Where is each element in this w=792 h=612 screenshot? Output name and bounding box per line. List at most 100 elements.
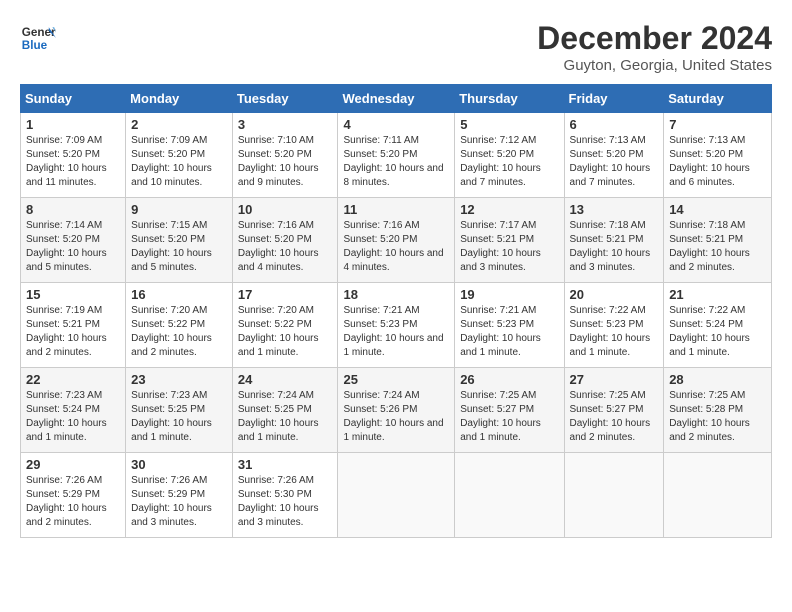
- calendar-cell: 4 Sunrise: 7:11 AMSunset: 5:20 PMDayligh…: [338, 113, 455, 198]
- calendar-week-2: 8 Sunrise: 7:14 AMSunset: 5:20 PMDayligh…: [21, 198, 772, 283]
- day-number: 17: [238, 287, 333, 302]
- day-number: 24: [238, 372, 333, 387]
- calendar-cell: 17 Sunrise: 7:20 AMSunset: 5:22 PMDaylig…: [232, 283, 338, 368]
- calendar-week-5: 29 Sunrise: 7:26 AMSunset: 5:29 PMDaylig…: [21, 453, 772, 538]
- calendar-cell: 7 Sunrise: 7:13 AMSunset: 5:20 PMDayligh…: [664, 113, 772, 198]
- day-info: Sunrise: 7:11 AMSunset: 5:20 PMDaylight:…: [343, 135, 443, 188]
- calendar-week-4: 22 Sunrise: 7:23 AMSunset: 5:24 PMDaylig…: [21, 368, 772, 453]
- day-number: 5: [460, 117, 558, 132]
- day-number: 4: [343, 117, 449, 132]
- calendar-cell: [564, 453, 664, 538]
- day-number: 19: [460, 287, 558, 302]
- day-number: 21: [669, 287, 766, 302]
- day-number: 2: [131, 117, 227, 132]
- day-number: 7: [669, 117, 766, 132]
- calendar-cell: 23 Sunrise: 7:23 AMSunset: 5:25 PMDaylig…: [126, 368, 233, 453]
- day-info: Sunrise: 7:15 AMSunset: 5:20 PMDaylight:…: [131, 220, 212, 273]
- day-info: Sunrise: 7:12 AMSunset: 5:20 PMDaylight:…: [460, 135, 541, 188]
- weekday-header-monday: Monday: [126, 85, 233, 113]
- calendar-cell: 1 Sunrise: 7:09 AMSunset: 5:20 PMDayligh…: [21, 113, 126, 198]
- day-info: Sunrise: 7:22 AMSunset: 5:24 PMDaylight:…: [669, 305, 750, 358]
- calendar-cell: 28 Sunrise: 7:25 AMSunset: 5:28 PMDaylig…: [664, 368, 772, 453]
- day-number: 3: [238, 117, 333, 132]
- day-number: 23: [131, 372, 227, 387]
- day-info: Sunrise: 7:26 AMSunset: 5:29 PMDaylight:…: [26, 475, 107, 528]
- calendar-cell: 13 Sunrise: 7:18 AMSunset: 5:21 PMDaylig…: [564, 198, 664, 283]
- logo: General Blue: [20, 20, 56, 56]
- weekday-header-saturday: Saturday: [664, 85, 772, 113]
- calendar-week-1: 1 Sunrise: 7:09 AMSunset: 5:20 PMDayligh…: [21, 113, 772, 198]
- calendar-cell: 14 Sunrise: 7:18 AMSunset: 5:21 PMDaylig…: [664, 198, 772, 283]
- calendar-cell: 31 Sunrise: 7:26 AMSunset: 5:30 PMDaylig…: [232, 453, 338, 538]
- day-number: 16: [131, 287, 227, 302]
- day-number: 18: [343, 287, 449, 302]
- day-info: Sunrise: 7:22 AMSunset: 5:23 PMDaylight:…: [570, 305, 651, 358]
- calendar-cell: 22 Sunrise: 7:23 AMSunset: 5:24 PMDaylig…: [21, 368, 126, 453]
- day-info: Sunrise: 7:23 AMSunset: 5:24 PMDaylight:…: [26, 390, 107, 443]
- day-info: Sunrise: 7:13 AMSunset: 5:20 PMDaylight:…: [669, 135, 750, 188]
- day-number: 31: [238, 457, 333, 472]
- calendar-cell: 15 Sunrise: 7:19 AMSunset: 5:21 PMDaylig…: [21, 283, 126, 368]
- calendar-cell: 11 Sunrise: 7:16 AMSunset: 5:20 PMDaylig…: [338, 198, 455, 283]
- day-number: 27: [570, 372, 659, 387]
- day-info: Sunrise: 7:16 AMSunset: 5:20 PMDaylight:…: [238, 220, 319, 273]
- calendar-cell: [664, 453, 772, 538]
- day-info: Sunrise: 7:26 AMSunset: 5:30 PMDaylight:…: [238, 475, 319, 528]
- calendar-cell: 3 Sunrise: 7:10 AMSunset: 5:20 PMDayligh…: [232, 113, 338, 198]
- weekday-header-row: SundayMondayTuesdayWednesdayThursdayFrid…: [21, 85, 772, 113]
- day-info: Sunrise: 7:24 AMSunset: 5:26 PMDaylight:…: [343, 390, 443, 443]
- day-number: 28: [669, 372, 766, 387]
- day-number: 25: [343, 372, 449, 387]
- day-info: Sunrise: 7:17 AMSunset: 5:21 PMDaylight:…: [460, 220, 541, 273]
- calendar-cell: [455, 453, 564, 538]
- calendar-cell: 19 Sunrise: 7:21 AMSunset: 5:23 PMDaylig…: [455, 283, 564, 368]
- calendar-cell: [338, 453, 455, 538]
- day-number: 26: [460, 372, 558, 387]
- day-info: Sunrise: 7:10 AMSunset: 5:20 PMDaylight:…: [238, 135, 319, 188]
- calendar-cell: 21 Sunrise: 7:22 AMSunset: 5:24 PMDaylig…: [664, 283, 772, 368]
- day-info: Sunrise: 7:16 AMSunset: 5:20 PMDaylight:…: [343, 220, 443, 273]
- weekday-header-sunday: Sunday: [21, 85, 126, 113]
- day-info: Sunrise: 7:20 AMSunset: 5:22 PMDaylight:…: [238, 305, 319, 358]
- calendar-cell: 12 Sunrise: 7:17 AMSunset: 5:21 PMDaylig…: [455, 198, 564, 283]
- day-number: 8: [26, 202, 120, 217]
- day-number: 20: [570, 287, 659, 302]
- day-info: Sunrise: 7:13 AMSunset: 5:20 PMDaylight:…: [570, 135, 651, 188]
- day-info: Sunrise: 7:23 AMSunset: 5:25 PMDaylight:…: [131, 390, 212, 443]
- day-info: Sunrise: 7:14 AMSunset: 5:20 PMDaylight:…: [26, 220, 107, 273]
- calendar-cell: 9 Sunrise: 7:15 AMSunset: 5:20 PMDayligh…: [126, 198, 233, 283]
- day-number: 14: [669, 202, 766, 217]
- day-number: 1: [26, 117, 120, 132]
- calendar-cell: 2 Sunrise: 7:09 AMSunset: 5:20 PMDayligh…: [126, 113, 233, 198]
- day-info: Sunrise: 7:20 AMSunset: 5:22 PMDaylight:…: [131, 305, 212, 358]
- calendar-cell: 29 Sunrise: 7:26 AMSunset: 5:29 PMDaylig…: [21, 453, 126, 538]
- calendar-cell: 24 Sunrise: 7:24 AMSunset: 5:25 PMDaylig…: [232, 368, 338, 453]
- calendar-cell: 27 Sunrise: 7:25 AMSunset: 5:27 PMDaylig…: [564, 368, 664, 453]
- logo-icon: General Blue: [20, 20, 56, 56]
- page-header: General Blue December 2024 Guyton, Georg…: [20, 20, 772, 74]
- calendar-table: SundayMondayTuesdayWednesdayThursdayFrid…: [20, 84, 772, 538]
- day-number: 22: [26, 372, 120, 387]
- calendar-cell: 8 Sunrise: 7:14 AMSunset: 5:20 PMDayligh…: [21, 198, 126, 283]
- calendar-cell: 5 Sunrise: 7:12 AMSunset: 5:20 PMDayligh…: [455, 113, 564, 198]
- day-info: Sunrise: 7:21 AMSunset: 5:23 PMDaylight:…: [343, 305, 443, 358]
- day-info: Sunrise: 7:25 AMSunset: 5:28 PMDaylight:…: [669, 390, 750, 443]
- calendar-cell: 25 Sunrise: 7:24 AMSunset: 5:26 PMDaylig…: [338, 368, 455, 453]
- day-number: 30: [131, 457, 227, 472]
- day-info: Sunrise: 7:25 AMSunset: 5:27 PMDaylight:…: [460, 390, 541, 443]
- day-number: 15: [26, 287, 120, 302]
- weekday-header-thursday: Thursday: [455, 85, 564, 113]
- day-info: Sunrise: 7:18 AMSunset: 5:21 PMDaylight:…: [570, 220, 651, 273]
- weekday-header-friday: Friday: [564, 85, 664, 113]
- svg-text:Blue: Blue: [22, 39, 48, 52]
- day-number: 11: [343, 202, 449, 217]
- day-number: 29: [26, 457, 120, 472]
- calendar-cell: 30 Sunrise: 7:26 AMSunset: 5:29 PMDaylig…: [126, 453, 233, 538]
- day-info: Sunrise: 7:26 AMSunset: 5:29 PMDaylight:…: [131, 475, 212, 528]
- day-info: Sunrise: 7:25 AMSunset: 5:27 PMDaylight:…: [570, 390, 651, 443]
- day-number: 9: [131, 202, 227, 217]
- location-title: Guyton, Georgia, United States: [537, 57, 772, 74]
- calendar-cell: 26 Sunrise: 7:25 AMSunset: 5:27 PMDaylig…: [455, 368, 564, 453]
- day-info: Sunrise: 7:09 AMSunset: 5:20 PMDaylight:…: [131, 135, 212, 188]
- day-number: 13: [570, 202, 659, 217]
